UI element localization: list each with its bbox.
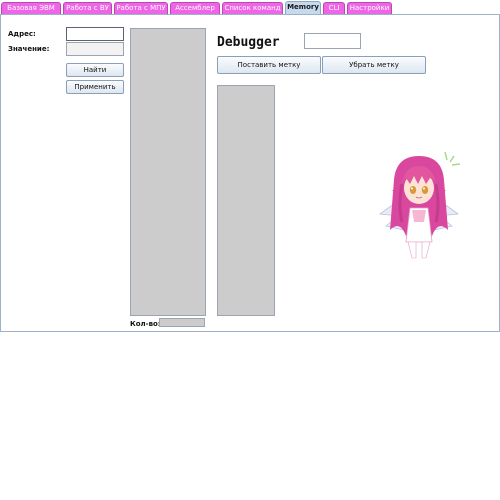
address-label: Адрес:	[8, 30, 36, 38]
tab-memory[interactable]: Memory	[285, 1, 321, 14]
find-button[interactable]: Найти	[66, 63, 124, 77]
memory-list[interactable]	[130, 28, 206, 316]
tab-bar: Базовая ЭВМ Работа с ВУ Работа с МПУ Асс…	[0, 0, 500, 14]
tab-command-list[interactable]: Список команд	[222, 2, 283, 14]
tab-settings[interactable]: Настройки	[347, 2, 392, 14]
tab-assembler[interactable]: Ассемблер	[170, 2, 220, 14]
count-label: Кол-во:	[130, 320, 161, 328]
value-input[interactable]	[66, 42, 124, 56]
value-label: Значение:	[8, 45, 50, 53]
debugger-input[interactable]	[304, 33, 361, 49]
apply-button[interactable]: Применить	[66, 80, 124, 94]
tab-base-computer[interactable]: Базовая ЭВМ	[1, 2, 61, 14]
debugger-title: Debugger	[217, 35, 280, 50]
remove-breakpoint-button[interactable]: Убрать метку	[322, 56, 426, 74]
breakpoint-list[interactable]	[217, 85, 275, 316]
tab-cli[interactable]: CLI	[323, 2, 345, 14]
tab-io-devices[interactable]: Работа с ВУ	[63, 2, 112, 14]
count-field[interactable]	[159, 318, 205, 327]
address-input[interactable]	[66, 27, 124, 41]
set-breakpoint-button[interactable]: Поставить метку	[217, 56, 321, 74]
tab-microprogram[interactable]: Работа с МПУ	[114, 2, 168, 14]
mascot-image	[378, 151, 461, 259]
